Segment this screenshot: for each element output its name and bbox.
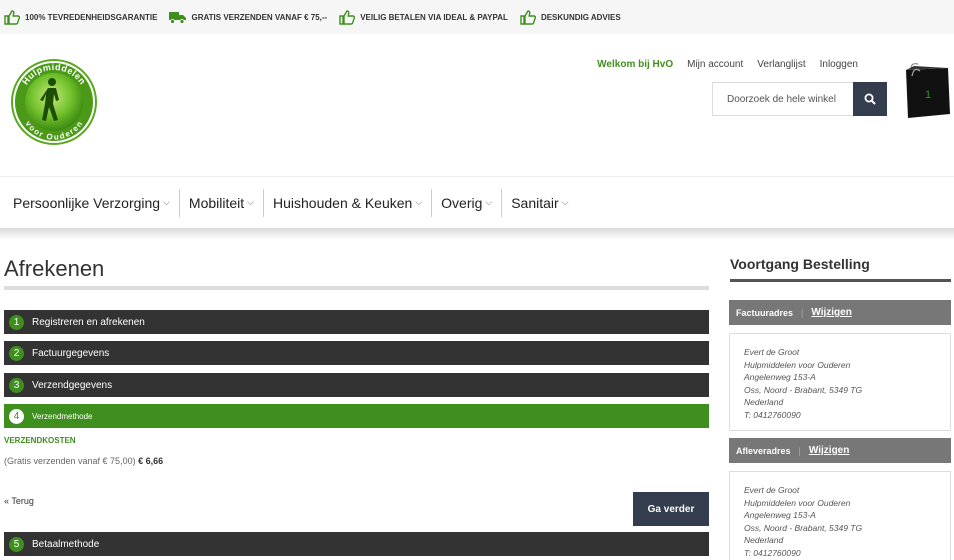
page-title: Afrekenen [4,256,105,281]
billing-edit-link[interactable]: Wijzigen [811,307,851,318]
checkout-step-1[interactable]: 1 Registreren en afrekenen [4,310,709,334]
continue-button[interactable]: Ga verder [633,492,709,526]
address-line: Evert de Groot [744,485,800,495]
step-number: 5 [9,536,24,552]
top-links: Welkom bij HvO Mijn account Verlanglijst… [583,59,858,70]
step-label: Betaalmethode [32,538,100,550]
back-link[interactable]: « Terug [4,496,34,506]
search-icon [864,93,876,105]
order-progress-title: Voortgang Bestelling [730,256,870,272]
step-number: 1 [9,314,24,330]
usp-item: GRATIS VERZENDEN VANAF € 75,-- [169,11,327,24]
welcome-message: Welkom bij HvO [597,59,674,70]
billing-address-heading: Factuuradres [736,307,794,318]
step-label: Verzendmethode [32,411,93,421]
search-button[interactable] [853,82,887,116]
chevron-down-icon: ⌵ [485,197,493,207]
address-line: Oss, Noord - Brabant, 5349 TG [744,522,863,533]
cart-bag-icon[interactable]: 1 [904,62,950,118]
wishlist-link[interactable]: Verlanglijst [757,59,805,70]
thumbs-up-icon [339,9,356,25]
usp-bar: 100% TEVREDENHEIDSGARANTIE GRATIS VERZEN… [0,0,954,34]
checkout-step-4[interactable]: 4 Verzendmethode [4,404,709,428]
title-divider [4,286,709,290]
usp-item: DESKUNDIG ADVIES [520,9,621,25]
nav-shadow [0,228,954,240]
step-label: Verzendgegevens [32,379,113,391]
address-line: Nederland [744,535,784,545]
shipping-option[interactable]: (Gratis verzenden vanaf € 75,00) € 6,66 [4,456,163,466]
step-label: Registreren en afrekenen [32,316,145,328]
checkout-step-3[interactable]: 3 Verzendgegevens [4,373,709,397]
chevron-down-icon: ⌵ [163,197,170,207]
usp-item: VEILIG BETALEN VIA IDEAL & PAYPAL [339,9,508,25]
chevron-down-icon: ⌵ [247,197,254,207]
address-line: Angelenweg 153-A [744,510,816,520]
checkout-step-2[interactable]: 2 Factuurgegevens [4,341,709,365]
nav-item-sanitair[interactable]: Sanitair ⌵ [501,188,577,217]
address-line: T: 0412760090 [744,547,801,558]
address-line: T: 0412760090 [744,409,801,420]
search-form [712,82,887,116]
shipping-address-header: Afleveradres | Wijzigen [729,438,951,463]
sidebar-divider [730,279,951,282]
my-account-link[interactable]: Mijn account [687,59,743,70]
nav-item-persoonlijke-verzorging[interactable]: Persoonlijke Verzorging ⌵ [4,189,179,217]
shipping-price: € 6,66 [138,456,164,466]
billing-address-box: Evert de Groot Hulpmiddelen voor Ouderen… [729,333,951,431]
nav-item-huishouden-keuken[interactable]: Huishouden & Keuken ⌵ [263,188,431,217]
login-link[interactable]: Inloggen [820,59,858,70]
step-number: 3 [9,377,24,393]
nav-item-mobiliteit[interactable]: Mobiliteit ⌵ [178,188,263,217]
search-input[interactable] [712,82,853,116]
thumbs-up-icon [520,9,536,25]
chevron-down-icon: ⌵ [415,197,423,207]
address-line: Hulpmiddelen voor Ouderen [744,497,851,508]
address-line: Hulpmiddelen voor Ouderen [744,359,851,370]
step-number: 2 [9,345,24,361]
chevron-down-icon: ⌵ [561,197,569,207]
thumbs-up-icon [4,9,20,25]
shipping-address-heading: Afleveradres [736,445,791,456]
shipping-edit-link[interactable]: Wijzigen [809,445,849,456]
address-line: Oss, Noord - Brabant, 5349 TG [744,384,863,395]
logo[interactable]: Hulpmiddelen voor Ouderen [10,58,98,146]
shipping-cost-label: VERZENDKOSTEN [4,436,76,445]
truck-icon [169,11,187,24]
address-line: Nederland [744,397,784,407]
billing-address-header: Factuuradres | Wijzigen [729,300,951,325]
address-line: Evert de Groot [744,347,800,357]
cart-count: 1 [925,89,931,101]
step-number: 4 [9,408,24,424]
address-line: Angelenweg 153-A [744,372,816,382]
step-label: Factuurgegevens [32,347,110,359]
usp-item: 100% TEVREDENHEIDSGARANTIE [4,9,157,25]
checkout-step-5[interactable]: 5 Betaalmethode [4,532,709,556]
nav-item-overig[interactable]: Overig ⌵ [431,188,501,217]
main-nav: Persoonlijke Verzorging ⌵ Mobiliteit ⌵ Hui… [0,176,954,228]
header: Hulpmiddelen voor Ouderen Welkom bij HvO… [0,34,954,176]
shipping-option-text: (Gratis verzenden vanaf € 75,00) [4,456,136,466]
shipping-address-box: Evert de Groot Hulpmiddelen voor Ouderen… [729,471,951,560]
